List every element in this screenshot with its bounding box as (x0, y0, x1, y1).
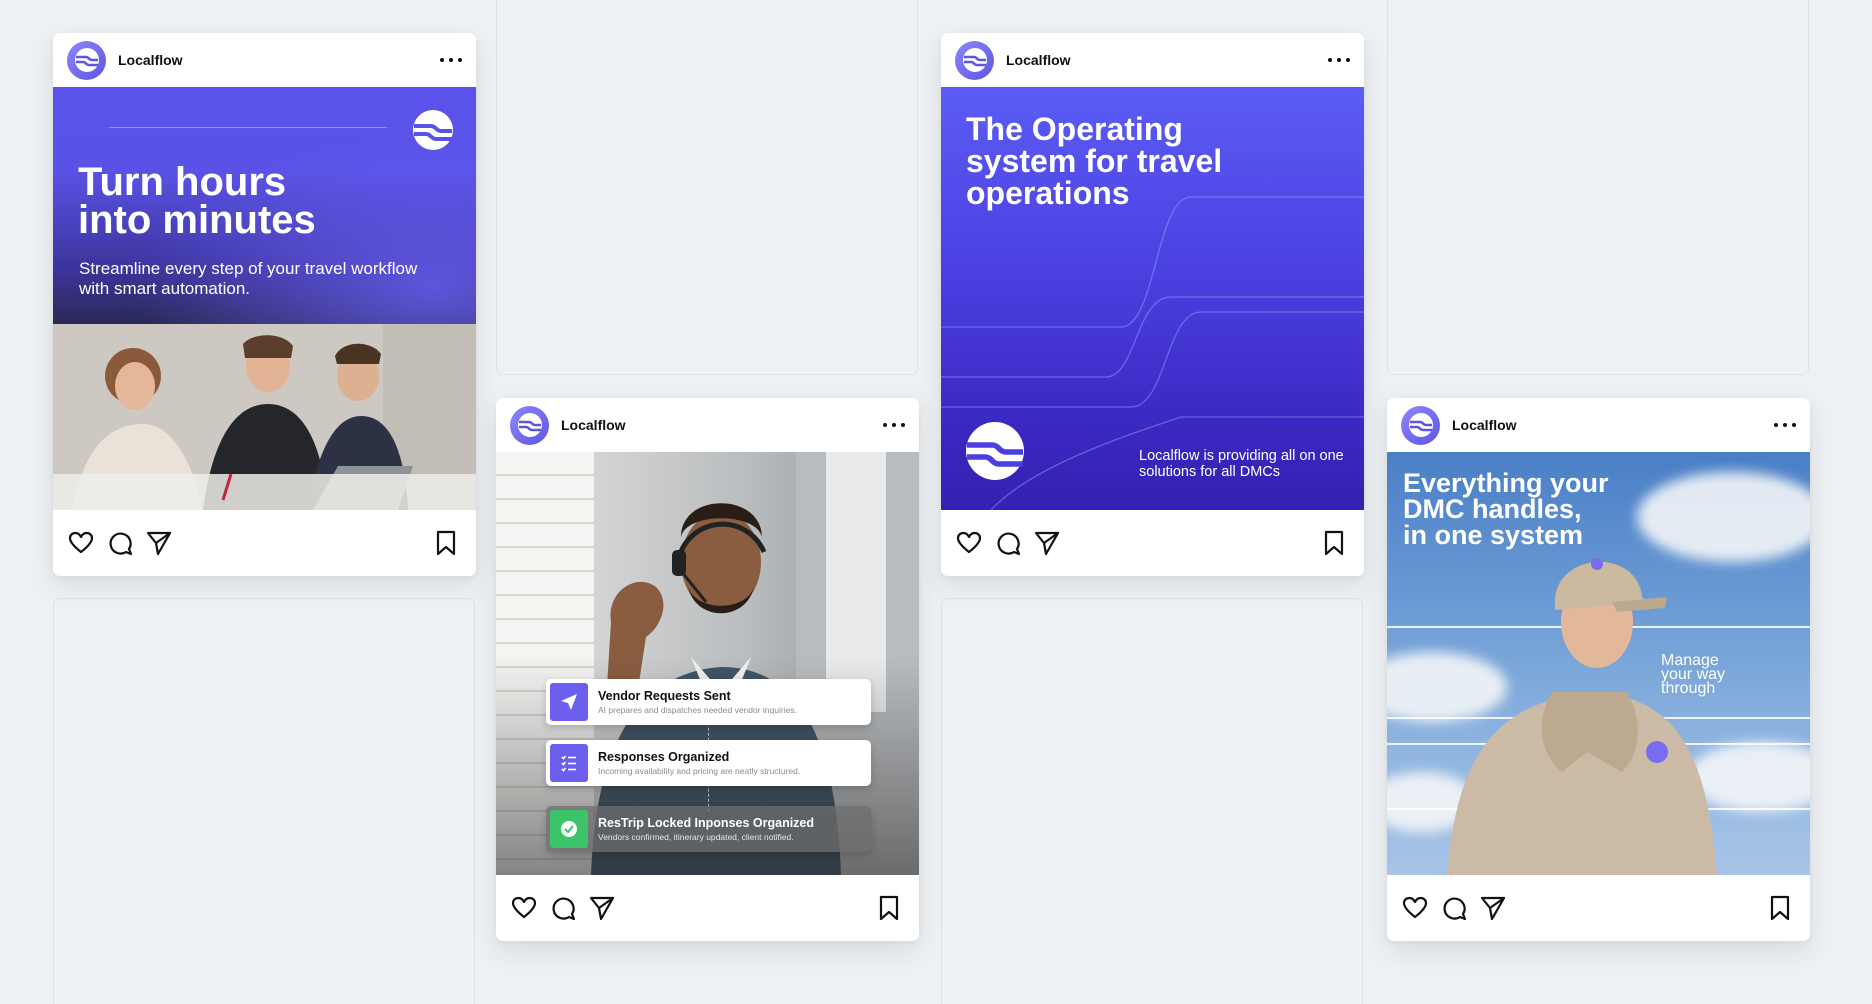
avatar[interactable] (510, 405, 549, 445)
localflow-logo-icon (962, 48, 987, 72)
avatar[interactable] (1401, 405, 1440, 445)
task-description: Vendors confirmed, itinerary updated, cl… (598, 832, 794, 842)
post-headline: Everything your DMC handles, in one syst… (1403, 468, 1663, 550)
post-actions (1387, 875, 1810, 941)
comment-icon[interactable] (106, 529, 134, 557)
post-header: Localflow (1387, 398, 1810, 452)
headline-line: into minutes (78, 198, 316, 242)
localflow-logo-icon (1408, 413, 1433, 437)
share-send-icon[interactable] (145, 529, 173, 557)
post-card: Localflow (496, 398, 919, 941)
task-title: ResTrip Locked Inponses Organized (598, 816, 815, 830)
more-options-icon[interactable] (1328, 50, 1350, 70)
task-description: Incoming availability and pricing are ne… (598, 766, 801, 776)
check-circle-icon (550, 810, 588, 848)
comment-icon[interactable] (994, 529, 1022, 557)
comment-icon[interactable] (1440, 894, 1468, 922)
like-heart-icon[interactable] (510, 894, 538, 922)
headline-line: Everything your (1403, 468, 1609, 498)
post-username[interactable]: Localflow (1452, 417, 1517, 433)
bookmark-icon[interactable] (432, 529, 460, 557)
headline-line: operations (966, 175, 1130, 211)
placeholder-card (53, 598, 475, 1004)
localflow-logo-icon (413, 110, 453, 150)
post-headline: The Operating system for travel operatio… (966, 113, 1346, 209)
post-subtitle: Streamline every step of your travel wor… (79, 259, 418, 298)
post-side-caption: Manage your way through (1661, 653, 1751, 697)
post-username[interactable]: Localflow (118, 52, 183, 68)
bookmark-icon[interactable] (1766, 894, 1794, 922)
task-card[interactable]: Responses Organized Incoming availabilit… (546, 740, 871, 786)
comment-icon[interactable] (549, 894, 577, 922)
more-options-icon[interactable] (1774, 415, 1796, 435)
headline-line: system for travel (966, 143, 1223, 179)
headline-line: in one system (1403, 520, 1584, 550)
headline-line: Turn hours (78, 160, 287, 204)
post-caption: Localflow is providing all on one soluti… (1139, 448, 1344, 480)
post-headline: Turn hours into minutes (78, 160, 438, 242)
gradient-background: The Operating system for travel operatio… (941, 87, 1364, 510)
team-meeting-photo (53, 324, 476, 510)
post-image: The Operating system for travel operatio… (941, 87, 1364, 510)
like-heart-icon[interactable] (67, 529, 95, 557)
post-header: Localflow (941, 33, 1364, 87)
headline-line: The Operating (966, 111, 1183, 147)
share-send-icon[interactable] (1479, 894, 1507, 922)
more-options-icon[interactable] (440, 50, 462, 70)
support-agent-photo: Vendor Requests Sent AI prepares and dis… (496, 452, 919, 875)
post-header: Localflow (53, 33, 476, 87)
post-actions (53, 510, 476, 576)
post-username[interactable]: Localflow (561, 417, 626, 433)
feed-canvas: Localflow Turn hours into minutes Stream… (0, 0, 1872, 1004)
post-image: Turn hours into minutes Streamline every… (53, 87, 476, 510)
localflow-logo-icon (517, 413, 542, 437)
placeholder-card (941, 598, 1363, 1004)
post-card: Localflow (1387, 398, 1810, 941)
avatar[interactable] (67, 40, 106, 80)
bookmark-icon[interactable] (1320, 529, 1348, 557)
like-heart-icon[interactable] (1401, 894, 1429, 922)
task-description: AI prepares and dispatches needed vendor… (598, 705, 797, 715)
bookmark-icon[interactable] (875, 894, 903, 922)
like-heart-icon[interactable] (955, 529, 983, 557)
localflow-logo-icon (966, 422, 1024, 480)
post-image: Everything your DMC handles, in one syst… (1387, 452, 1810, 875)
post-card: Localflow Turn hours into minutes Stream… (53, 33, 476, 576)
post-username[interactable]: Localflow (1006, 52, 1071, 68)
localflow-logo-icon (74, 48, 99, 72)
share-send-icon[interactable] (588, 894, 616, 922)
post-card: Localflow The Operating system for trave… (941, 33, 1364, 576)
paper-plane-icon (550, 683, 588, 721)
checklist-icon (550, 744, 588, 782)
placeholder-card (496, 0, 918, 375)
task-card[interactable]: ResTrip Locked Inponses Organized Vendor… (546, 806, 871, 852)
side-caption-line: through (1661, 680, 1716, 697)
task-card[interactable]: Vendor Requests Sent AI prepares and dis… (546, 679, 871, 725)
share-send-icon[interactable] (1033, 529, 1061, 557)
task-title: Responses Organized (598, 750, 730, 764)
placeholder-card (1387, 0, 1809, 375)
headline-line: DMC handles, (1403, 494, 1582, 524)
sky-background: Everything your DMC handles, in one syst… (1387, 452, 1810, 875)
divider (109, 127, 387, 128)
post-image: Vendor Requests Sent AI prepares and dis… (496, 452, 919, 875)
post-actions (941, 510, 1364, 576)
more-options-icon[interactable] (883, 415, 905, 435)
post-actions (496, 875, 919, 941)
photo-illustration (53, 324, 476, 510)
avatar[interactable] (955, 40, 994, 80)
task-title: Vendor Requests Sent (598, 689, 731, 703)
post-header: Localflow (496, 398, 919, 452)
headline-banner: Turn hours into minutes Streamline every… (53, 87, 476, 324)
